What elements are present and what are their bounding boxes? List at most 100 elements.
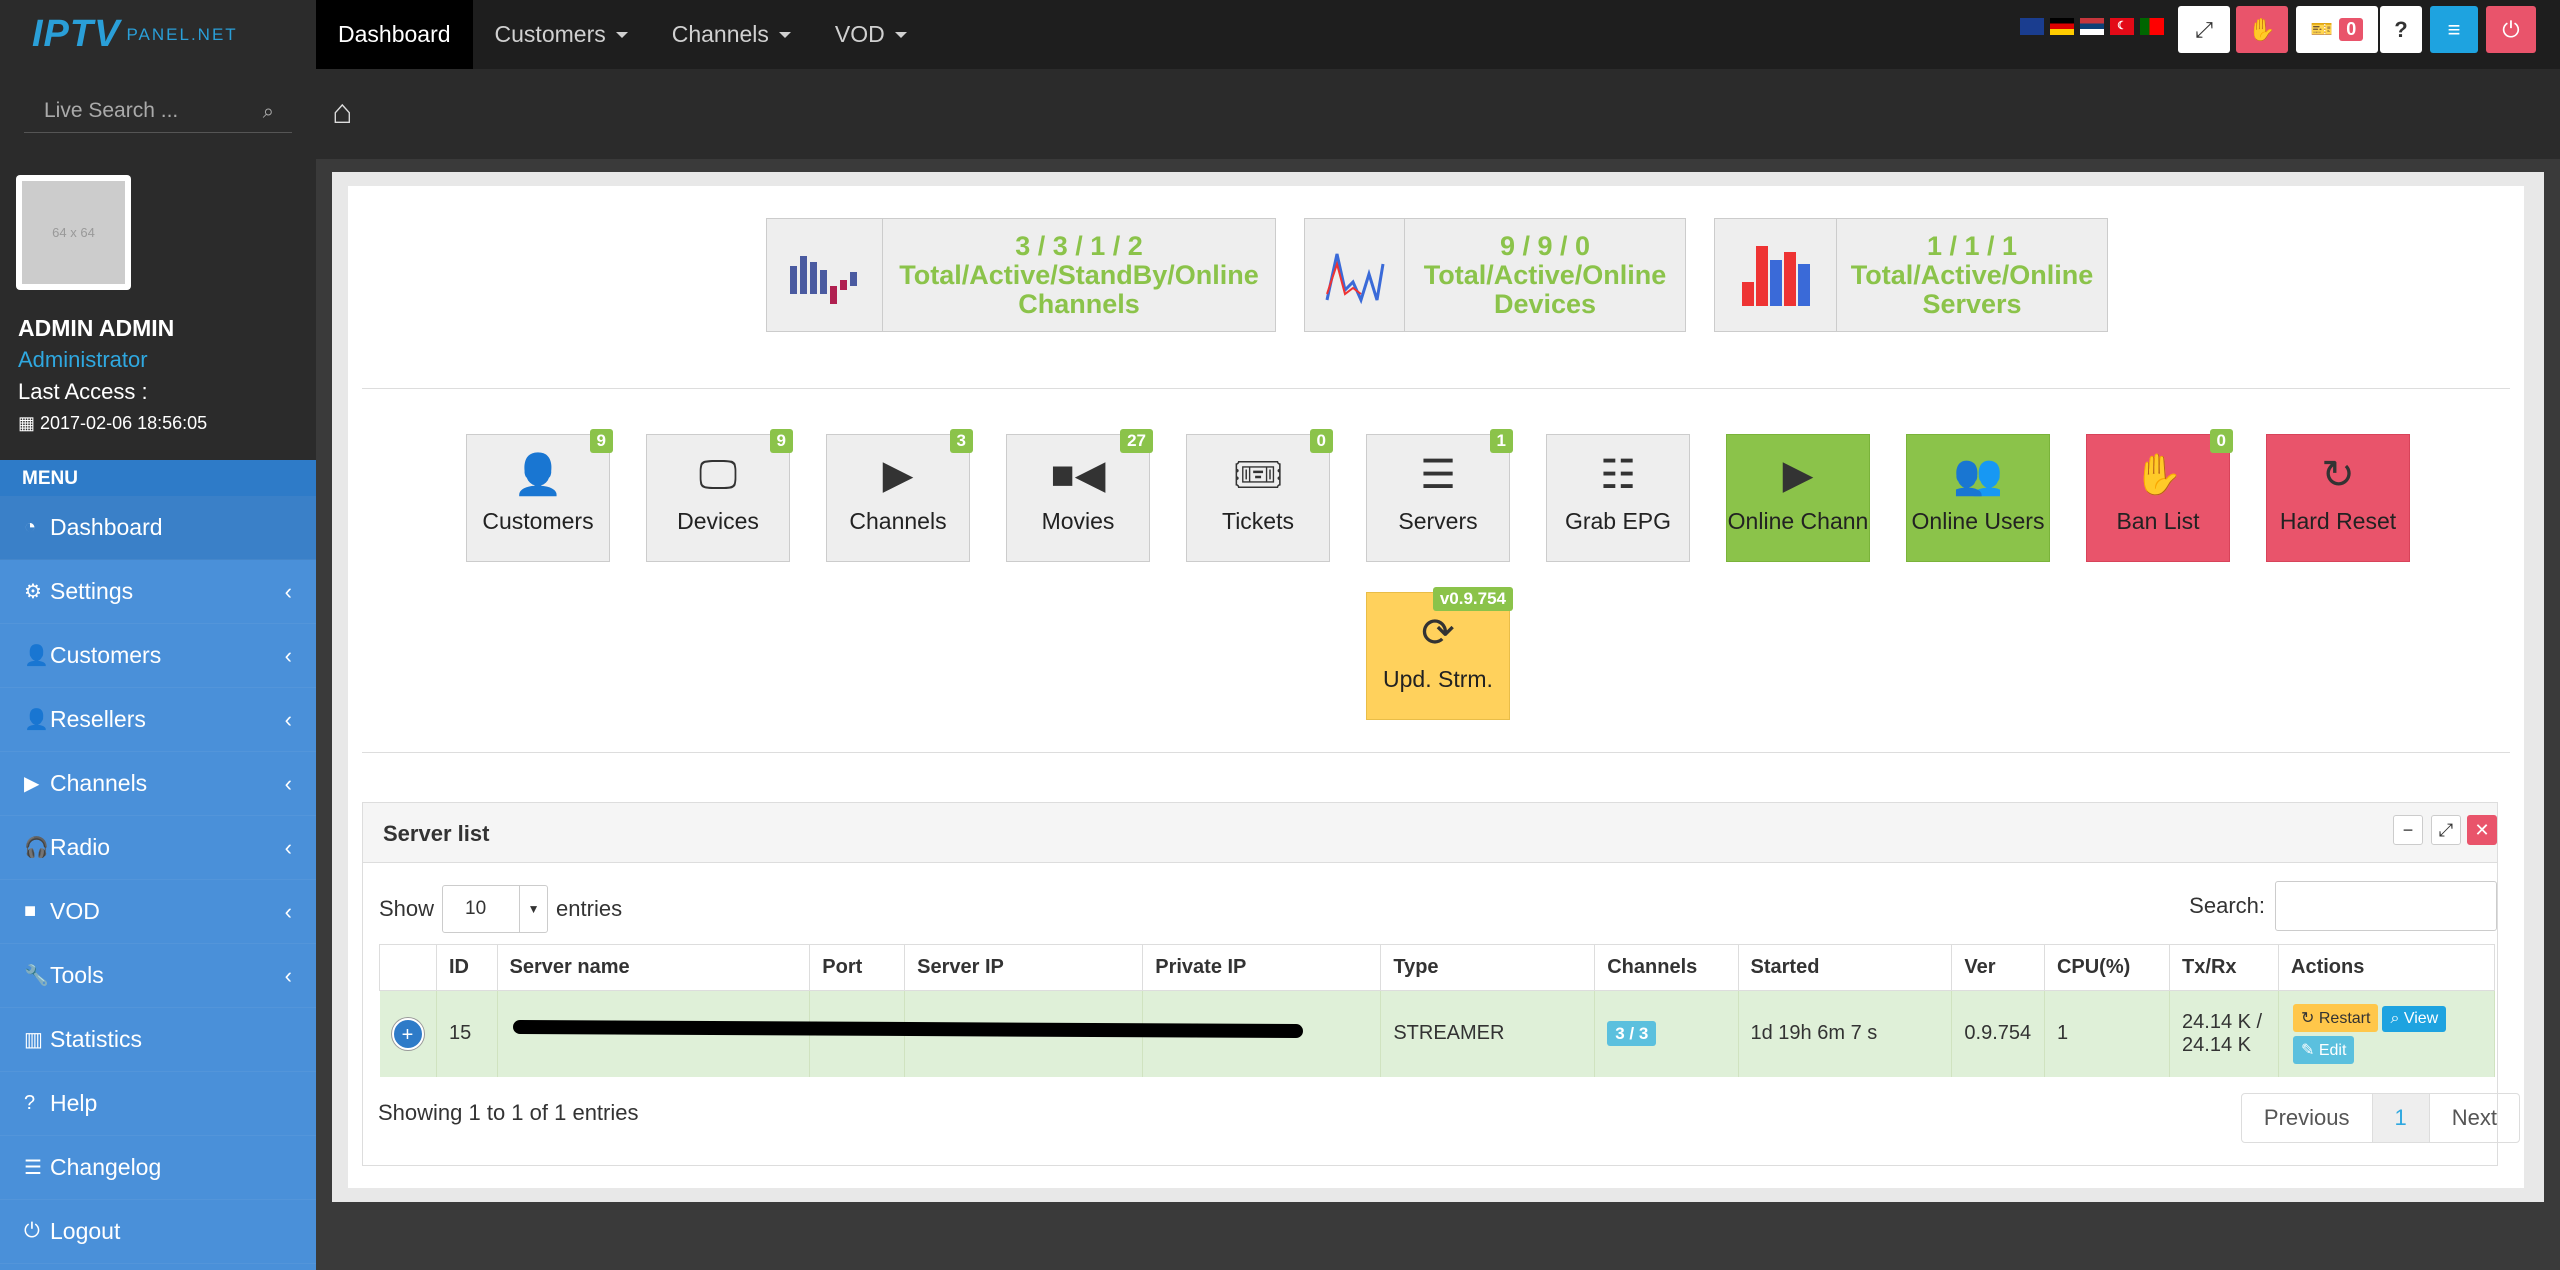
caret-down-icon <box>615 31 628 38</box>
logo[interactable]: IPTV PANEL.NET <box>0 0 316 69</box>
nav-channels[interactable]: Channels <box>650 0 813 69</box>
tile-movies[interactable]: 27 ■◀ Movies <box>1006 429 1153 562</box>
stat-label: Total/Active/Online <box>1850 259 2094 290</box>
expand-button[interactable]: ⤢ <box>2431 815 2461 845</box>
profile-role[interactable]: Administrator <box>18 347 148 373</box>
view-label: View <box>2403 1009 2439 1027</box>
live-search: Live Search ... ⌕ <box>0 69 316 159</box>
entries-label: entries <box>556 896 623 921</box>
col-server-ip[interactable]: Server IP <box>904 944 1144 991</box>
edit-button[interactable]: ✎ Edit <box>2293 1035 2355 1064</box>
tile-servers[interactable]: 1 ☰ Servers <box>1366 429 1513 562</box>
sidebar-item-logout[interactable]: ⏻ Logout <box>0 1200 316 1264</box>
col-txrx[interactable]: Tx/Rx <box>2169 944 2279 991</box>
cell-ver: 0.9.754 <box>1951 990 2045 1077</box>
de-flag-icon[interactable] <box>2050 18 2074 35</box>
sidebar-item-resellers[interactable]: 👤 Resellers ‹ <box>0 688 316 752</box>
help-button[interactable]: ? <box>2380 6 2422 53</box>
power-button[interactable]: ⏻ <box>2486 6 2536 53</box>
fullscreen-button[interactable]: ⤢ <box>2178 6 2230 53</box>
reload-icon: ↻ <box>2321 453 2355 497</box>
sidebar-item-radio[interactable]: 🎧 Radio ‹ <box>0 816 316 880</box>
power-icon: ⏻ <box>24 1220 40 1242</box>
top-bar: IPTV PANEL.NET Dashboard Customers Chann… <box>0 0 2560 69</box>
user-icon: 👤 <box>24 645 49 667</box>
expand-row-icon[interactable]: + <box>391 1017 424 1050</box>
servers-chart-icon <box>1715 219 1837 331</box>
tile-tickets[interactable]: 0 🎟 Tickets <box>1186 429 1333 562</box>
home-icon[interactable]: ⌂ <box>332 93 353 132</box>
tile-label: Servers <box>1398 508 1478 534</box>
sidebar-item-tools[interactable]: 🔧 Tools ‹ <box>0 944 316 1008</box>
close-button[interactable]: ✕ <box>2467 815 2497 845</box>
pager-next[interactable]: Next <box>2430 1094 2519 1142</box>
col-private-ip[interactable]: Private IP <box>1142 944 1382 991</box>
sidebar-item-changelog[interactable]: ☰ Changelog <box>0 1136 316 1200</box>
col-port[interactable]: Port <box>809 944 906 991</box>
stat-channels[interactable]: 3 / 3 / 1 / 2 Total/Active/StandBy/Online… <box>766 218 1276 332</box>
tr-flag-icon[interactable]: ☾ <box>2110 18 2134 35</box>
divider <box>362 388 2510 389</box>
sidebar-item-help[interactable]: ? Help <box>0 1072 316 1136</box>
chevron-left-icon: ‹ <box>284 770 292 796</box>
hamburger-icon: ≡ <box>2447 16 2461 42</box>
tile-ban-list[interactable]: 0 ✋ Ban List <box>2086 429 2233 562</box>
minimize-button[interactable]: − <box>2393 815 2423 845</box>
tile-label: Channels <box>849 508 947 534</box>
stat-servers[interactable]: 1 / 1 / 1 Total/Active/Online Servers <box>1714 218 2108 332</box>
tile-grab-epg[interactable]: ☷ Grab EPG <box>1546 434 1690 562</box>
entries-select[interactable]: 10 ▼ <box>442 885 549 933</box>
tickets-button[interactable]: 🎫 0 <box>2296 6 2378 53</box>
sidebar-item-customers[interactable]: 👤 Customers ‹ <box>0 624 316 688</box>
view-button[interactable]: ⌕ View <box>2382 1005 2447 1032</box>
nav-customers[interactable]: Customers <box>473 0 650 69</box>
col-cpu[interactable]: CPU(%) <box>2043 944 2171 991</box>
wrench-icon: 🔧 <box>24 965 49 987</box>
col-channels[interactable]: Channels <box>1594 944 1739 991</box>
avatar-placeholder: 64 x 64 <box>22 181 125 284</box>
nav-label: Channels <box>671 21 769 47</box>
ban-button[interactable]: ✋ <box>2236 6 2288 53</box>
tile-channels[interactable]: 3 ▶ Channels <box>826 429 973 562</box>
col-id[interactable]: ID <box>436 944 498 991</box>
live-search-input[interactable]: Live Search ... <box>24 91 292 133</box>
tile-hard-reset[interactable]: ↻ Hard Reset <box>2266 434 2410 562</box>
nav-vod[interactable]: VOD <box>813 0 929 69</box>
expand-icon: ⤢ <box>2195 16 2213 42</box>
restart-button[interactable]: ↻ Restart <box>2293 1003 2379 1032</box>
logo-subtext: PANEL.NET <box>126 24 238 44</box>
gb-flag-icon[interactable] <box>2020 18 2044 35</box>
sidebar-item-label: Statistics <box>50 1026 143 1052</box>
sidebar-item-channels[interactable]: ▶ Channels ‹ <box>0 752 316 816</box>
col-server-name[interactable]: Server name <box>496 944 811 991</box>
sidebar-item-settings[interactable]: ⚙ Settings ‹ <box>0 560 316 624</box>
rs-flag-icon[interactable] <box>2080 18 2104 35</box>
col-ver[interactable]: Ver <box>1951 944 2045 991</box>
tile-online-channels[interactable]: ▶ Online Chann <box>1726 434 1870 562</box>
cell-cpu: 1 <box>2044 990 2171 1077</box>
menu-toggle-button[interactable]: ≡ <box>2430 6 2478 53</box>
tile-devices[interactable]: 9 🖵 Devices <box>646 429 793 562</box>
pager-previous[interactable]: Previous <box>2242 1094 2373 1142</box>
nav-dashboard[interactable]: Dashboard <box>316 0 473 69</box>
tile-update-stream[interactable]: v0.9.754 ⟳ Upd. Strm. <box>1366 587 1513 720</box>
pager-page-1[interactable]: 1 <box>2372 1094 2430 1142</box>
col-started[interactable]: Started <box>1737 944 1953 991</box>
sidebar-item-dashboard[interactable]: ◔ Dashboard <box>0 496 316 560</box>
tile-online-users[interactable]: 👥 Online Users <box>1906 434 2050 562</box>
tile-label: Online Users <box>1911 508 2045 534</box>
profile-panel: 64 x 64 ADMIN ADMIN Administrator Last A… <box>0 159 316 460</box>
edit-icon: ✎ <box>2301 1041 2319 1059</box>
nav-label: Dashboard <box>338 21 451 47</box>
table-search-input[interactable] <box>2275 881 2497 931</box>
search-icon[interactable]: ⌕ <box>263 101 274 124</box>
col-type[interactable]: Type <box>1380 944 1596 991</box>
chevron-left-icon: ‹ <box>284 578 292 604</box>
sidebar-item-statistics[interactable]: ▥ Statistics <box>0 1008 316 1072</box>
sidebar-item-vod[interactable]: ■ VOD ‹ <box>0 880 316 944</box>
tile-label: Upd. Strm. <box>1383 666 1493 692</box>
user-icon: 👤 <box>24 709 49 731</box>
stat-devices[interactable]: 9 / 9 / 0 Total/Active/Online Devices <box>1304 218 1686 332</box>
pt-flag-icon[interactable] <box>2140 18 2164 35</box>
tile-customers[interactable]: 9 👤 Customers <box>466 429 613 562</box>
